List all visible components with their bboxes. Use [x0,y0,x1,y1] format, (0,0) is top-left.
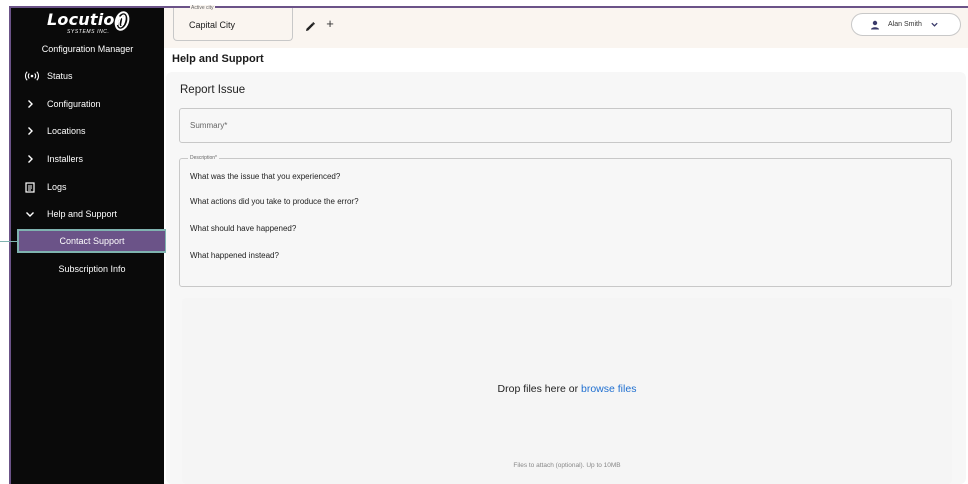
summary-input[interactable]: Summary* [179,108,952,143]
brand-logo: Locution SYSTEMS INC. [47,10,137,42]
person-icon [870,20,882,30]
app-title: Configuration Manager [41,44,134,54]
sidebar-subitem-label: Subscription Info [58,264,126,274]
sidebar-item-status[interactable]: Status [11,66,164,86]
page-title: Help and Support [172,53,264,65]
chevron-right-icon [25,126,45,136]
summary-placeholder: Summary* [190,121,228,130]
sidebar-item-installers[interactable]: Installers [11,149,164,169]
sidebar-item-label: Help and Support [47,209,118,219]
plus-icon: + [326,16,334,31]
sidebar-item-locations[interactable]: Locations [11,121,164,141]
description-legend: Description* [188,155,219,161]
sidebar-subitem-label: Contact Support [59,236,125,246]
sidebar-item-label: Locations [47,126,86,136]
user-name: Alan Smith [888,21,922,28]
browse-files-link[interactable]: browse files [581,383,636,395]
brand-subtitle: SYSTEMS INC. [67,29,110,35]
description-line: What actions did you take to produce the… [190,197,359,206]
description-textarea[interactable]: Description* What was the issue that you… [179,155,952,287]
chevron-down-icon [930,20,939,29]
description-line: What should have happened? [190,224,297,233]
broadcast-icon [25,71,45,81]
sidebar-item-logs[interactable]: Logs [11,177,164,197]
active-city-select[interactable]: Active city Capital City [173,5,293,41]
topbar: Active city Capital City + Alan Smith [164,5,968,48]
chevron-right-icon [25,99,45,109]
dropzone-hint: Files to attach (optional). Up to 10MB [513,462,621,469]
sidebar-item-help-and-support[interactable]: Help and Support [11,204,164,224]
brand-mark-icon [114,11,130,31]
sidebar-subitem-contact-support[interactable]: Contact Support [17,229,167,253]
card-title: Report Issue [180,84,246,96]
active-city-legend: Active city [190,5,215,11]
pencil-icon [306,22,315,31]
sidebar: Locution SYSTEMS INC. Configuration Mana… [11,8,167,484]
sidebar-item-label: Logs [47,182,67,192]
dropzone-text: Drop files here or browse files [182,383,952,395]
file-dropzone[interactable]: Drop files here or browse files Files to… [182,298,952,484]
active-city-value: Capital City [189,20,236,30]
description-line: What happened instead? [190,251,279,260]
add-city-button[interactable]: + [323,17,337,31]
sidebar-item-label: Configuration [47,99,101,109]
highlight-connector [0,241,19,242]
dropzone-label: Drop files here or [497,383,581,395]
user-menu-button[interactable]: Alan Smith [851,13,961,36]
edit-city-button[interactable] [304,20,316,32]
description-line: What was the issue that you experienced? [190,172,341,181]
sidebar-item-configuration[interactable]: Configuration [11,94,164,114]
chevron-down-icon [25,209,45,219]
document-icon [25,181,45,193]
sidebar-subitem-subscription-info[interactable]: Subscription Info [19,259,165,279]
chevron-right-icon [25,154,45,164]
sidebar-item-label: Status [47,71,73,81]
sidebar-item-label: Installers [47,154,84,164]
